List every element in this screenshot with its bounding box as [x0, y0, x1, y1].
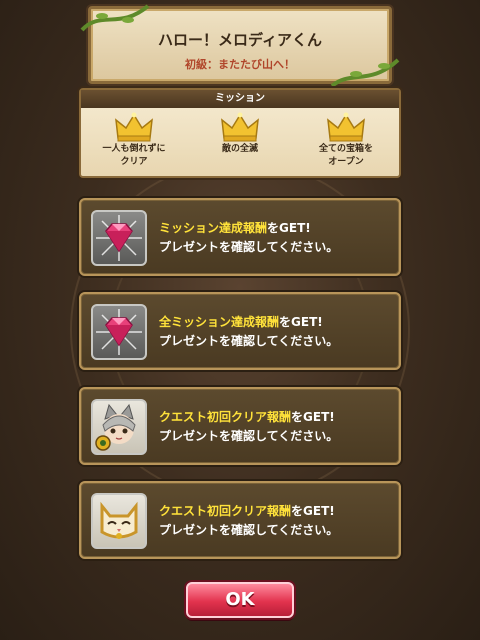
reward-message: プレゼントを確認してください。 — [159, 334, 339, 348]
reward-title-suffix: をGET! — [267, 221, 311, 235]
reward-title-suffix: をGET! — [279, 315, 323, 329]
cat-mask-item-icon — [100, 501, 138, 539]
reward-message: プレゼントを確認してください。 — [159, 240, 339, 254]
reward-icon-frame — [91, 493, 147, 549]
reward-title-highlight: ミッション達成報酬 — [159, 221, 268, 235]
quest-title: ハロー！メロディアくん — [158, 31, 322, 49]
reward-icon-frame — [91, 399, 147, 455]
cat-character-portrait-icon — [95, 403, 136, 451]
mission-label-line1: 敵の全滅 — [221, 144, 258, 154]
reward-title-highlight: クエスト初回クリア報酬 — [159, 410, 292, 424]
mission-label-line2: オープン — [328, 157, 364, 167]
quest-title-banner: ハロー！メロディアくん 初級：またたび山へ！ — [88, 6, 392, 84]
gold-crown-icon — [221, 112, 259, 142]
reward-title-suffix: をGET! — [291, 410, 335, 424]
reward-title-highlight: クエスト初回クリア報酬 — [159, 504, 292, 518]
mission-panel: ミッション 一人も倒れずに クリア 敵の全滅 全ての宝箱を オープン — [79, 88, 401, 178]
reward-message: プレゼントを確認してください。 — [159, 429, 339, 443]
mission-item-defeat-all: 敵の全滅 — [190, 112, 290, 168]
ok-button[interactable]: OK — [186, 582, 294, 618]
reward-title-suffix: をGET! — [291, 504, 335, 518]
pink-gem-icon — [96, 309, 142, 355]
quest-subtitle: 初級：またたび山へ！ — [185, 58, 295, 71]
reward-message: プレゼントを確認してください。 — [159, 523, 339, 537]
mission-item-no-deaths: 一人も倒れずに クリア — [84, 112, 184, 168]
reward-panel-all-missions: 全ミッション達成報酬をGET! プレゼントを確認してください。 — [79, 292, 401, 370]
reward-icon-frame — [91, 304, 147, 360]
reward-panel-first-clear-character: クエスト初回クリア報酬をGET! プレゼントを確認してください。 — [79, 387, 401, 465]
reward-panel-mission: ミッション達成報酬をGET! プレゼントを確認してください。 — [79, 198, 401, 276]
mission-label-line2: クリア — [120, 157, 148, 167]
mission-label-line1: 一人も倒れずに — [102, 144, 166, 154]
reward-icon-frame — [91, 210, 147, 266]
pink-gem-icon — [96, 215, 142, 261]
mission-header: ミッション — [81, 90, 399, 108]
reward-panel-first-clear-item: クエスト初回クリア報酬をGET! プレゼントを確認してください。 — [79, 481, 401, 559]
reward-title-highlight: 全ミッション達成報酬 — [159, 315, 280, 329]
mission-item-open-chests: 全ての宝箱を オープン — [296, 112, 396, 168]
gold-crown-icon — [327, 112, 365, 142]
gold-crown-icon — [115, 112, 153, 142]
mission-label-line1: 全ての宝箱を — [318, 144, 373, 154]
